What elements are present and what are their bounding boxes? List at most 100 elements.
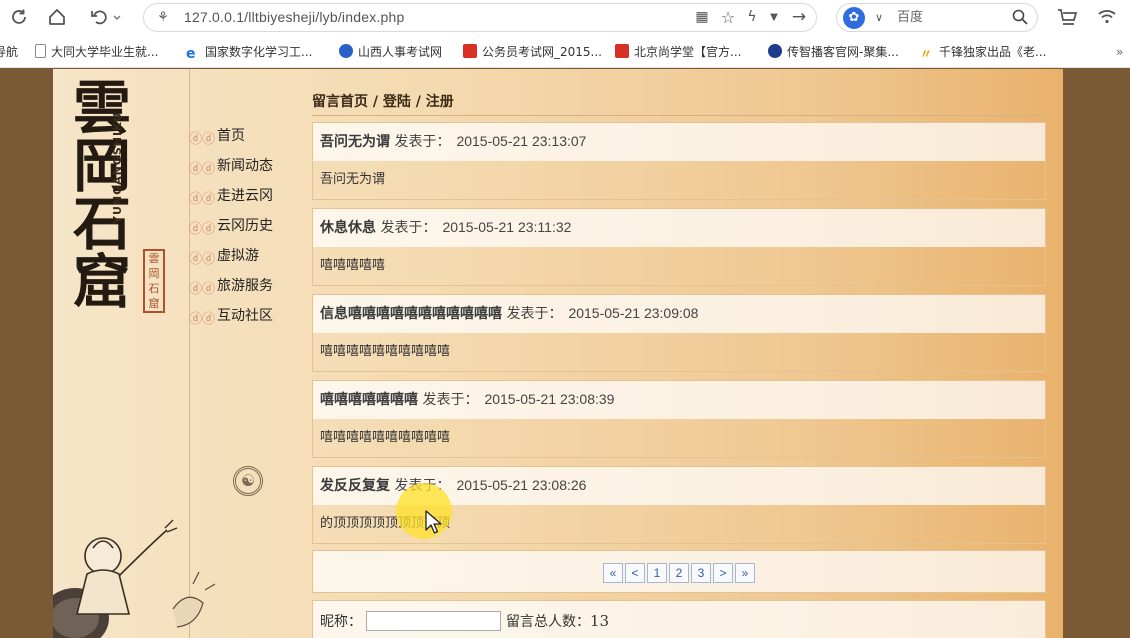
bookmark-bjsxt[interactable]: 北京尚学堂【官方... (615, 36, 741, 68)
bookmark-civil-service-exam[interactable]: 公务员考试网_2015... (463, 36, 602, 68)
page-icon (35, 44, 46, 58)
message-time: 2015-05-21 23:08:39 (484, 391, 615, 407)
message-item: 吾问无为谓 发表于： 2015-05-21 23:13:07 吾问无为谓 (312, 122, 1046, 200)
address-bar[interactable]: ⚘ 127.0.0.1/lltbiyesheji/lyb/index.php ▦… (143, 3, 817, 32)
home-icon[interactable] (44, 4, 70, 30)
message-header: 吾问无为谓 发表于： 2015-05-21 23:13:07 (313, 123, 1045, 161)
scroll-icon: ⓓⓓ (189, 252, 216, 267)
cart-icon[interactable] (1054, 4, 1080, 30)
more-bookmarks-icon[interactable]: » (1116, 36, 1123, 68)
globe-icon (339, 44, 353, 58)
chevron-down-icon[interactable]: ∨ (871, 4, 887, 30)
wifi-icon[interactable] (1094, 4, 1120, 30)
nav-item-virtual-tour[interactable]: ⓓⓓ 虚拟游 (189, 241, 309, 271)
site-logo: 雲岡石窟 YUNGANGSHIKU 雲岡石窟 (53, 79, 185, 314)
message-author: 吾问无为谓 (320, 134, 390, 150)
message-header: 信息嘻嘻嘻嘻嘻嘻嘻嘻嘻嘻嘻 发表于： 2015-05-21 23:09:08 (313, 295, 1045, 333)
pagination: «<1 2 3 >» (312, 550, 1046, 593)
bookmark-datong-university[interactable]: 大同大学毕业生就... (35, 36, 158, 68)
search-icon[interactable] (1009, 4, 1031, 30)
message-item: 休息休息 发表于： 2015-05-21 23:11:32 嘻嘻嘻嘻嘻 (312, 208, 1046, 286)
scroll-icon: ⓓⓓ (189, 282, 216, 297)
page-content: 雲岡石窟 YUNGANGSHIKU 雲岡石窟 ⓓⓓ 首页 ⓓⓓ 新闻动态 ⓓⓓ 走进云… (41, 69, 1063, 638)
site-nav: ⓓⓓ 首页 ⓓⓓ 新闻动态 ⓓⓓ 走进云冈 ⓓⓓ 云冈历史 ⓓⓓ 虚拟游 ⓓⓓ 旅游服务 ⓓ… (189, 121, 309, 331)
go-arrow-icon[interactable]: → (788, 4, 810, 30)
search-bar[interactable]: ✿ ∨ 百度 (836, 3, 1038, 32)
lightning-icon[interactable]: ϟ (742, 4, 762, 30)
url-text[interactable]: 127.0.0.1/lltbiyesheji/lyb/index.php (184, 4, 404, 31)
page-viewport: 雲岡石窟 YUNGANGSHIKU 雲岡石窟 ⓓⓓ 首页 ⓓⓓ 新闻动态 ⓓⓓ 走进云… (0, 69, 1130, 638)
message-body: 嘻嘻嘻嘻嘻嘻嘻嘻嘻嘻 (320, 344, 451, 359)
bookmarks-bar: 导航 大同大学毕业生就... e 国家数字化学习工... 山西人事考试网 公务员考… (0, 36, 1130, 68)
message-author: 休息休息 (320, 220, 376, 236)
scroll-icon: ⓓⓓ (189, 222, 216, 237)
message-author: 嘻嘻嘻嘻嘻嘻嘻 (320, 392, 418, 408)
scroll-icon: ⓓⓓ (189, 192, 216, 207)
message-time: 2015-05-21 23:11:32 (442, 219, 572, 235)
posted-at-label: 发表于： (506, 306, 563, 322)
total-count-value: 13 (590, 612, 610, 630)
back-history-icon[interactable] (86, 4, 126, 30)
page-3-button[interactable]: 3 (691, 563, 711, 583)
star-icon[interactable]: ☆ (718, 4, 738, 30)
breadcrumb[interactable]: 留言首页 / 登陆 / 注册 (312, 91, 454, 111)
posted-at-label: 发表于： (422, 392, 479, 408)
prev-page-button[interactable]: < (625, 563, 645, 583)
nav-item-home[interactable]: ⓓⓓ 首页 (189, 121, 309, 151)
page-1-button[interactable]: 1 (647, 563, 667, 583)
message-time: 2015-05-21 23:08:26 (456, 477, 587, 493)
posted-at-label: 发表于： (380, 220, 437, 236)
bookmark-national-digital-learning[interactable]: e 国家数字化学习工... (186, 36, 312, 68)
logo-seal: 雲岡石窟 (143, 249, 165, 313)
browser-toolbar: ⚘ 127.0.0.1/lltbiyesheji/lyb/index.php ▦… (0, 0, 1130, 36)
breadcrumb-divider (312, 115, 1046, 116)
total-count-label: 留言总人数：13 (506, 612, 610, 630)
bookmark-nav[interactable]: 导航 (0, 36, 18, 68)
nav-item-about-yungang[interactable]: ⓓⓓ 走进云冈 (189, 181, 309, 211)
qianfeng-logo-icon: 〃 (920, 47, 933, 61)
message-body: 吾问无为谓 (320, 172, 386, 187)
nav-item-community[interactable]: ⓓⓓ 互动社区 (189, 301, 309, 331)
message-header: 嘻嘻嘻嘻嘻嘻嘻 发表于： 2015-05-21 23:08:39 (313, 381, 1045, 419)
next-page-button[interactable]: > (713, 563, 733, 583)
message-body: 嘻嘻嘻嘻嘻嘻嘻嘻嘻嘻 (320, 430, 451, 445)
page-2-button[interactable]: 2 (669, 563, 689, 583)
nickname-label: 昵称： (320, 614, 362, 630)
scroll-icon: ⓓⓓ (189, 312, 216, 327)
search-engine-logo-icon[interactable]: ✿ (843, 7, 865, 29)
qr-code-icon[interactable]: ▦ (692, 4, 712, 30)
message-item: 信息嘻嘻嘻嘻嘻嘻嘻嘻嘻嘻嘻 发表于： 2015-05-21 23:09:08 嘻嘻… (312, 294, 1046, 372)
ie-e-icon: e (186, 46, 196, 62)
ancient-figure-illustration (41, 514, 223, 638)
last-page-button[interactable]: » (735, 563, 755, 583)
logo-pinyin: YUNGANGSHIKU (111, 111, 124, 224)
cursor-highlight (396, 483, 452, 539)
message-body: 嘻嘻嘻嘻嘻 (320, 258, 386, 273)
connection-icon[interactable]: ⚘ (152, 4, 174, 30)
scroll-icon: ⓓⓓ (189, 132, 216, 147)
dropdown-icon[interactable]: ▼ (764, 4, 784, 30)
message-author: 发反反复复 (320, 478, 390, 494)
first-page-button[interactable]: « (603, 563, 623, 583)
nickname-input[interactable] (366, 611, 501, 631)
logo-calligraphy: 雲岡石窟 (72, 74, 131, 316)
message-time: 2015-05-21 23:13:07 (456, 133, 587, 149)
message-time: 2015-05-21 23:09:08 (568, 305, 699, 321)
bagua-ornament-icon: ☯ (233, 466, 263, 496)
bookmark-qianfeng[interactable]: 〃千锋独家出品《老... (920, 36, 1046, 68)
message-item: 嘻嘻嘻嘻嘻嘻嘻 发表于： 2015-05-21 23:08:39 嘻嘻嘻嘻嘻嘻嘻嘻… (312, 380, 1046, 458)
message-header: 休息休息 发表于： 2015-05-21 23:11:32 (313, 209, 1045, 247)
message-form: 昵称： 留言总人数：13 (312, 600, 1046, 638)
mouse-cursor-icon (425, 510, 442, 534)
bookmark-shanxi-exam[interactable]: 山西人事考试网 (339, 36, 442, 68)
message-author: 信息嘻嘻嘻嘻嘻嘻嘻嘻嘻嘻嘻 (320, 306, 502, 322)
nav-item-history[interactable]: ⓓⓓ 云冈历史 (189, 211, 309, 241)
red-logo-icon (463, 44, 477, 58)
search-engine-label[interactable]: 百度 (897, 4, 923, 31)
bookmark-itcast[interactable]: 传智播客官网-聚集... (768, 36, 899, 68)
nav-item-news[interactable]: ⓓⓓ 新闻动态 (189, 151, 309, 181)
posted-at-label: 发表于： (394, 134, 451, 150)
scroll-icon: ⓓⓓ (189, 162, 216, 177)
nav-item-travel-service[interactable]: ⓓⓓ 旅游服务 (189, 271, 309, 301)
refresh-icon[interactable] (6, 4, 32, 30)
